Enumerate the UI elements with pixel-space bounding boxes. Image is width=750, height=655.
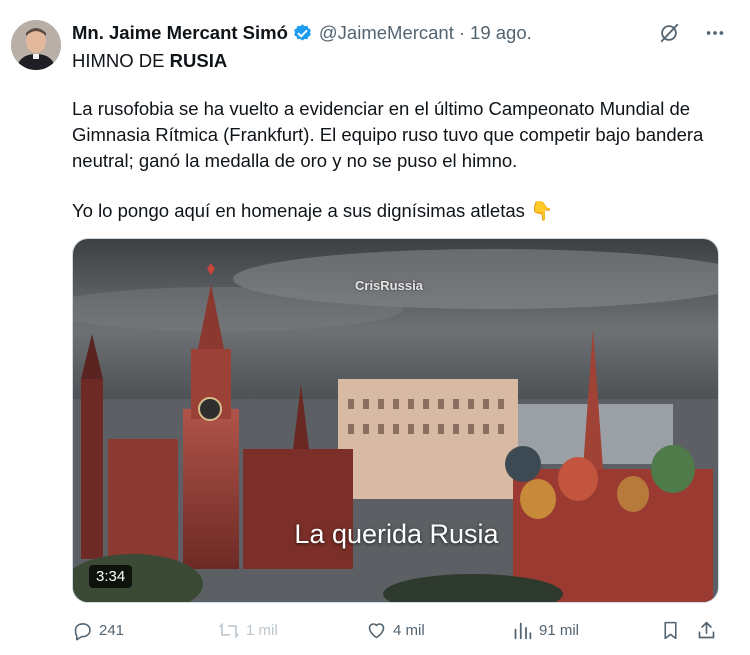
views-icon [514, 622, 532, 640]
headline-plain: HIMNO DE [72, 50, 170, 71]
tweet-header: Mn. Jaime Mercant Simó @JaimeMercant · 1… [72, 20, 532, 46]
more-icon[interactable] [704, 22, 726, 44]
heart-icon [368, 623, 385, 639]
reply-count: 241 [99, 622, 125, 639]
grok-icon[interactable] [658, 22, 680, 44]
author-name[interactable]: Mn. Jaime Mercant Simó [72, 22, 288, 44]
headline-bold: RUSIA [169, 50, 228, 71]
tweet-date[interactable]: 19 ago. [470, 22, 532, 44]
repost-button[interactable]: 1 mil [218, 620, 278, 641]
bookmark-button[interactable] [660, 620, 681, 641]
bookmark-icon [664, 621, 677, 640]
share-button[interactable] [696, 620, 717, 641]
like-count: 4 mil [393, 622, 425, 639]
tweet: Mn. Jaime Mercant Simó @JaimeMercant · 1… [0, 0, 750, 655]
avatar[interactable] [11, 20, 61, 70]
reply-icon [74, 623, 91, 641]
tweet-actions: 241 1 mil 4 mil 91 mil [72, 620, 722, 644]
tweet-paragraph: La rusofobia se ha vuelto a evidenciar e… [72, 98, 704, 171]
reply-button[interactable]: 241 [72, 620, 124, 641]
video-caption: La querida Rusia [294, 519, 499, 549]
video-watermark: CrisRussia [355, 278, 423, 293]
top-right-actions [658, 22, 726, 44]
verified-badge-icon [294, 23, 311, 41]
repost-icon [219, 622, 239, 639]
tweet-closing-line: Yo lo pongo aquí en homenaje a sus digní… [72, 200, 554, 221]
share-icon [698, 621, 715, 639]
video-duration: 3:34 [89, 565, 133, 588]
video-player[interactable]: CrisRussia La querida Rusia 3:34 [72, 238, 719, 603]
views-count: 91 mil [539, 622, 580, 639]
author-handle[interactable]: @JaimeMercant [319, 22, 454, 44]
separator-dot: · [458, 22, 466, 43]
repost-count: 1 mil [246, 622, 278, 639]
views-button[interactable]: 91 mil [512, 620, 579, 641]
like-button[interactable]: 4 mil [366, 620, 425, 641]
headline: HIMNO DE RUSIA [72, 48, 227, 74]
